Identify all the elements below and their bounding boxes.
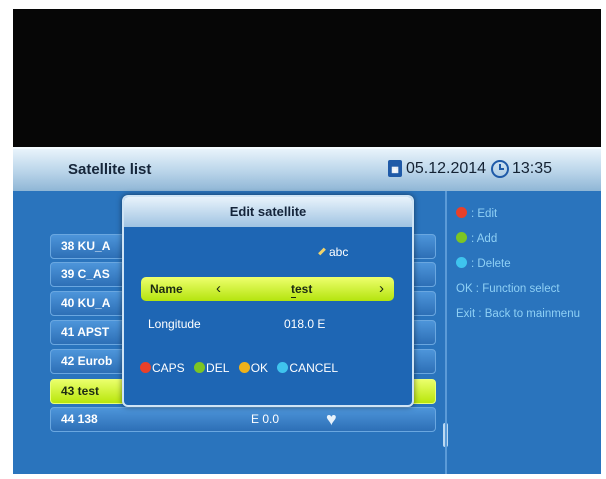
- satellite-name: 44 138: [61, 412, 98, 426]
- green-button-icon: [456, 232, 467, 243]
- satellite-name: 43 test: [61, 384, 100, 398]
- satellite-position: E 0.0: [251, 412, 280, 426]
- longitude-input[interactable]: 018.0 E: [284, 317, 325, 331]
- satellite-row[interactable]: 44 138 E 0.0 ♥: [50, 407, 436, 432]
- help-add: : Add: [456, 232, 497, 245]
- satellite-name: 42 Eurob: [61, 354, 113, 368]
- green-button-icon: [194, 362, 206, 373]
- panel-divider: [445, 191, 447, 474]
- red-button-icon: [456, 207, 467, 218]
- date-display: 05.12.2014: [406, 160, 487, 177]
- ok-label: OK: [250, 361, 269, 375]
- satellite-name: 38 KU_A: [61, 239, 111, 253]
- blue-button-icon: [277, 362, 289, 373]
- red-button-icon: [140, 362, 151, 373]
- satellite-name: 40 KU_A: [61, 296, 111, 310]
- help-edit-label: : Edit: [471, 208, 498, 220]
- ok-key[interactable]: OK: [238, 361, 269, 375]
- clock-icon: [491, 160, 509, 178]
- input-mode-label: abc: [329, 245, 349, 259]
- name-input[interactable]: test: [291, 282, 312, 296]
- help-add-label: : Add: [471, 233, 498, 245]
- help-delete-label: : Delete: [471, 258, 511, 270]
- calendar-icon: ▦: [388, 160, 402, 177]
- page-title: Satellite list: [68, 161, 152, 178]
- cancel-key[interactable]: CANCEL: [277, 361, 338, 375]
- text-cursor: [291, 297, 296, 298]
- arrow-right-icon[interactable]: ›: [379, 280, 384, 297]
- help-exit: Exit : Back to mainmenu: [456, 308, 580, 320]
- satellite-name: 41 APST: [61, 325, 110, 339]
- del-label: DEL: [206, 361, 230, 375]
- dialog-title: Edit satellite: [124, 197, 412, 227]
- caps-label: CAPS: [152, 361, 185, 375]
- blue-button-icon: [456, 257, 467, 268]
- edit-satellite-dialog: Edit satellite abc Name ‹ test › Longitu…: [122, 195, 414, 407]
- arrow-left-icon[interactable]: ‹: [216, 280, 221, 297]
- input-mode-indicator: abc: [318, 245, 348, 259]
- title-bar: Satellite list ▦ 05.12.2014 13:35: [13, 147, 601, 193]
- help-delete: : Delete: [456, 257, 511, 270]
- help-ok: OK : Function select: [456, 283, 560, 295]
- cancel-label: CANCEL: [289, 361, 339, 375]
- time-display: 13:35: [512, 160, 553, 177]
- name-label: Name: [150, 282, 183, 296]
- tv-screen: Satellite list ▦ 05.12.2014 13:35 38 KU_…: [13, 9, 601, 474]
- help-edit: : Edit: [456, 207, 497, 220]
- dialog-key-legend: CAPS DEL OK CANCEL: [140, 361, 344, 375]
- caps-key[interactable]: CAPS: [140, 361, 185, 375]
- pencil-icon: [318, 247, 326, 256]
- longitude-label: Longitude: [148, 317, 201, 331]
- name-field-row[interactable]: Name ‹ test ›: [141, 277, 394, 301]
- yellow-button-icon: [238, 362, 250, 373]
- del-key[interactable]: DEL: [194, 361, 229, 375]
- favorite-heart-icon: ♥: [326, 409, 337, 429]
- satellite-name: 39 C_AS: [61, 267, 110, 281]
